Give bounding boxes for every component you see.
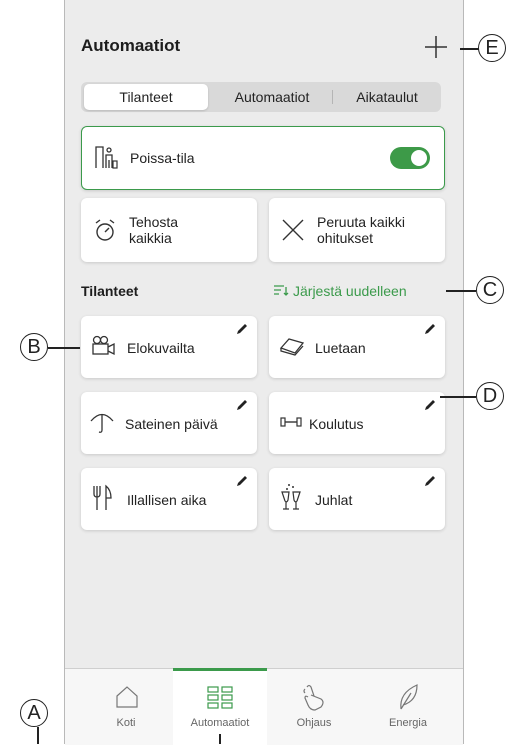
scene-card-juhlat[interactable]: Juhlat [269,468,445,530]
toggle-knob [411,150,427,166]
callout-e: E [478,34,506,62]
grid-icon [207,686,233,709]
callout-a-line [37,727,39,744]
scenes-section-title: Tilanteet [81,283,139,299]
away-mode-card[interactable]: Poissa-tila [81,126,445,190]
leaf-icon [400,684,418,710]
callout-b: B [20,333,48,361]
home-icon [116,686,138,708]
scene-card-luetaan[interactable]: Luetaan [269,316,445,378]
callout-nav-line [219,734,221,744]
boost-all-label: Tehosta kaikkia [129,214,179,246]
callout-d: D [476,382,504,410]
scene-card-elokuvailta[interactable]: Elokuvailta [81,316,257,378]
nav-label: Energia [389,717,427,729]
scene-label: Luetaan [315,340,366,356]
nav-label: Ohjaus [296,717,332,729]
away-mode-toggle[interactable] [390,147,430,169]
scene-label: Sateinen päivä [125,416,218,432]
nav-label: Koti [116,717,136,729]
scene-label: Koulutus [309,416,364,432]
pencil-icon[interactable] [235,474,249,488]
callout-c-line [446,290,476,292]
book-icon [279,338,305,356]
pencil-icon[interactable] [235,398,249,412]
nav-item-koti[interactable]: Koti [79,669,173,745]
pencil-icon[interactable] [423,474,437,488]
tab-aikataulut[interactable]: Aikataulut [335,84,439,110]
nav-item-ohjaus[interactable]: Ohjaus [267,669,361,745]
champagne-icon [281,484,301,510]
close-icon [282,219,304,241]
timer-icon [95,219,115,241]
movie-camera-icon [92,335,115,356]
callout-e-line [460,48,480,50]
dumbbell-icon [280,417,302,427]
hand-icon [303,684,324,711]
away-person-icon [95,146,118,169]
nav-item-energia[interactable]: Energia [361,669,455,745]
umbrella-icon [90,413,114,433]
pencil-icon[interactable] [423,322,437,336]
page-title: Automaatiot [81,36,181,55]
reorder-link[interactable]: Järjestä uudelleen [273,283,407,299]
scene-label: Elokuvailta [127,340,195,356]
add-icon[interactable] [423,34,449,60]
pencil-icon[interactable] [423,398,437,412]
boost-all-button[interactable]: Tehosta kaikkia [81,198,257,262]
scene-label: Juhlat [315,492,353,508]
away-mode-label: Poissa-tila [130,150,195,166]
tab-divider [332,90,333,104]
phone-screen: Automaatiot Tilanteet Automaatiot Aikata… [64,0,464,745]
scene-label: Illallisen aika [127,492,207,508]
reorder-label: Järjestä uudelleen [293,283,407,299]
active-indicator [173,668,267,671]
callout-d-line [440,396,476,398]
tab-automaatiot[interactable]: Automaatiot [211,84,333,110]
scene-card-sateinen-paiva[interactable]: Sateinen päivä [81,392,257,454]
cancel-overrides-button[interactable]: Peruuta kaikki ohitukset [269,198,445,262]
callout-c: C [476,276,504,304]
callout-a: A [20,699,48,727]
nav-label: Automaatiot [190,717,250,729]
tab-tilanteet[interactable]: Tilanteet [84,84,208,110]
scene-card-illallisen-aika[interactable]: Illallisen aika [81,468,257,530]
tab-bar: Tilanteet Automaatiot Aikataulut [81,82,441,112]
pencil-icon[interactable] [235,322,249,336]
scene-card-koulutus[interactable]: Koulutus [269,392,445,454]
cutlery-icon [93,484,112,510]
reorder-icon [273,283,293,299]
cancel-overrides-label: Peruuta kaikki ohitukset [317,214,405,246]
bottom-nav: Koti Automaatiot Ohjaus Energia [65,668,463,745]
callout-b-line [48,347,80,349]
